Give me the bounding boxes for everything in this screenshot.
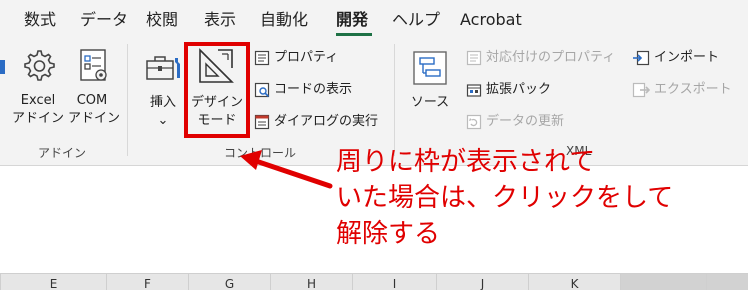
annotation-line-1: 周りに枠が表示されて: [336, 147, 596, 177]
annotation-line-2: いた場合は、クリックをして: [336, 183, 674, 213]
annotation-line-3: 解除する: [336, 219, 441, 249]
annotation-callout: 周りに枠が表示されて いた場合は、クリックをして 解除する: [336, 144, 736, 252]
